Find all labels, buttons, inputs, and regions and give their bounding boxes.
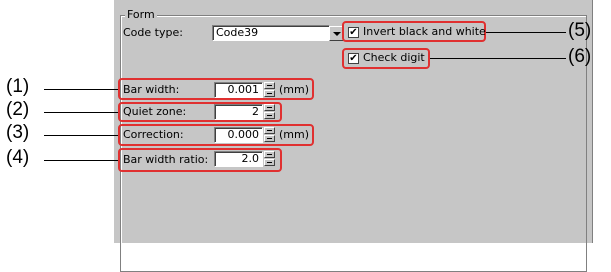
bar-width-label: Bar width: (123, 83, 180, 96)
quiet-zone-spinner[interactable] (264, 104, 275, 120)
callout-4: (4) (6, 147, 30, 168)
callout-5-leader (486, 32, 566, 33)
code-type-select[interactable]: Code39 (212, 25, 330, 41)
check-digit-checkbox[interactable]: ✔ (348, 53, 359, 64)
spin-down-icon[interactable] (264, 135, 275, 142)
spin-down-icon[interactable] (264, 112, 275, 119)
code-type-label: Code type: (123, 26, 183, 39)
spin-up-icon[interactable] (264, 151, 275, 158)
invert-label: Invert black and white (363, 25, 486, 38)
checkmark-icon: ✔ (349, 53, 358, 64)
callout-3: (3) (6, 122, 30, 143)
spin-down-icon[interactable] (264, 159, 275, 166)
invert-checkbox[interactable]: ✔ (348, 27, 359, 38)
spin-up-icon[interactable] (264, 82, 275, 89)
bar-width-ratio-label: Bar width ratio: (123, 153, 209, 166)
correction-unit: (mm) (279, 128, 310, 141)
callout-1: (1) (6, 76, 30, 97)
callout-3-leader (44, 135, 118, 136)
callout-2: (2) (6, 99, 30, 120)
bar-width-ratio-input[interactable]: 2.0 (214, 151, 263, 167)
callout-1-leader (44, 89, 118, 90)
bar-width-ratio-value: 2.0 (241, 152, 260, 165)
bar-width-ratio-spinner[interactable] (264, 151, 275, 167)
bar-width-value: 0.001 (227, 83, 260, 96)
correction-input[interactable]: 0.000 (214, 127, 263, 143)
callout-6: (6) (568, 46, 592, 67)
bar-width-input[interactable]: 0.001 (214, 82, 263, 98)
code-type-value: Code39 (216, 26, 259, 39)
callout-2-leader (44, 112, 118, 113)
bar-width-spinner[interactable] (264, 82, 275, 98)
spin-down-icon[interactable] (264, 90, 275, 97)
callout-6-leader (430, 58, 566, 59)
correction-label: Correction: (123, 128, 184, 141)
quiet-zone-label: Quiet zone: (123, 105, 187, 118)
callout-5: (5) (568, 20, 592, 41)
correction-value: 0.000 (227, 128, 260, 141)
spin-up-icon[interactable] (264, 104, 275, 111)
bar-width-unit: (mm) (279, 83, 310, 96)
quiet-zone-value: 2 (252, 105, 259, 118)
spin-up-icon[interactable] (264, 127, 275, 134)
form-group-title: Form (125, 8, 157, 21)
quiet-zone-input[interactable]: 2 (214, 104, 263, 120)
checkmark-icon: ✔ (349, 27, 358, 38)
check-digit-label: Check digit (363, 51, 425, 64)
callout-4-leader (44, 160, 118, 161)
correction-spinner[interactable] (264, 127, 275, 143)
